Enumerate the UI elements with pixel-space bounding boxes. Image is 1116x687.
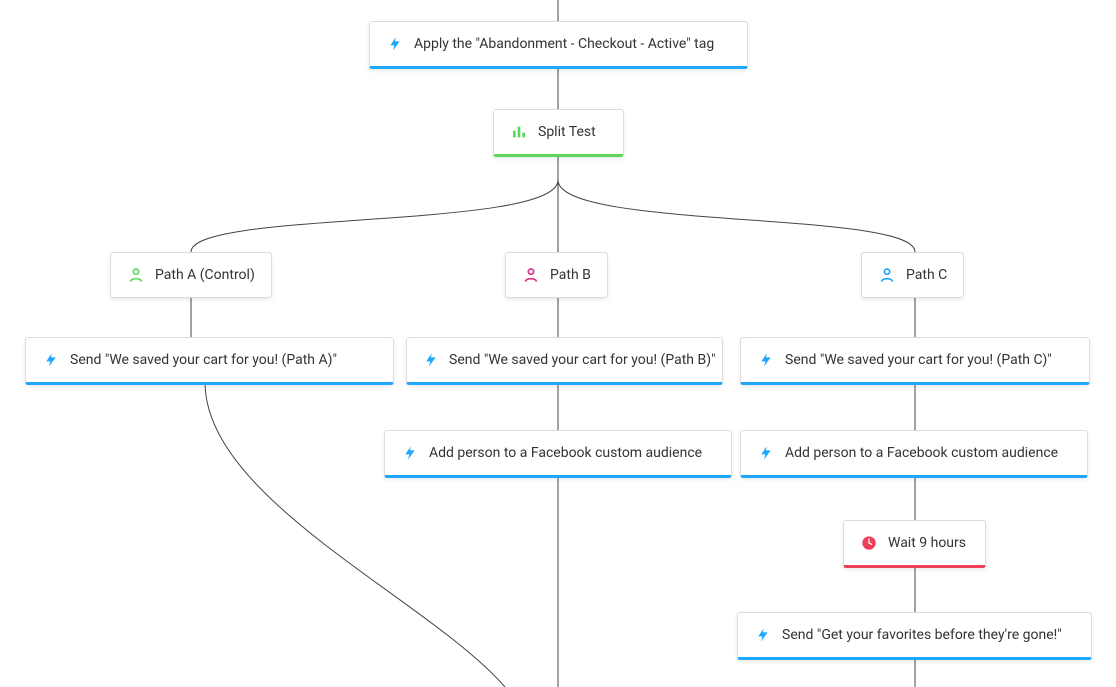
node-label: Send "We saved your cart for you! (Path … xyxy=(449,352,716,368)
node-label: Apply the "Abandonment - Checkout - Acti… xyxy=(414,36,714,52)
node-path-b[interactable]: Path B xyxy=(505,252,608,298)
node-label: Path C xyxy=(906,267,947,283)
node-label: Add person to a Facebook custom audience xyxy=(785,445,1058,461)
node-wait-c[interactable]: Wait 9 hours xyxy=(843,520,986,568)
person-icon xyxy=(522,266,540,284)
lightning-icon xyxy=(423,351,439,369)
node-send-c2[interactable]: Send "Get your favorites before they're … xyxy=(737,612,1092,660)
lightning-icon xyxy=(386,35,404,53)
node-send-a[interactable]: Send "We saved your cart for you! (Path … xyxy=(25,337,394,385)
node-split-test[interactable]: Split Test xyxy=(493,109,624,157)
node-path-c[interactable]: Path C xyxy=(861,252,964,298)
node-label: Send "We saved your cart for you! (Path … xyxy=(785,352,1052,368)
node-send-b[interactable]: Send "We saved your cart for you! (Path … xyxy=(406,337,723,385)
node-label: Split Test xyxy=(538,124,596,140)
node-label: Add person to a Facebook custom audience xyxy=(429,445,702,461)
node-path-a[interactable]: Path A (Control) xyxy=(110,252,272,298)
node-label: Wait 9 hours xyxy=(888,535,966,551)
node-apply-tag[interactable]: Apply the "Abandonment - Checkout - Acti… xyxy=(369,21,748,69)
clock-icon xyxy=(860,534,878,552)
node-label: Path B xyxy=(550,267,591,283)
lightning-icon xyxy=(757,444,775,462)
bar-chart-icon xyxy=(510,123,528,141)
person-icon xyxy=(878,266,896,284)
lightning-icon xyxy=(757,351,775,369)
lightning-icon xyxy=(754,626,772,644)
lightning-icon xyxy=(401,444,419,462)
node-label: Send "We saved your cart for you! (Path … xyxy=(70,352,337,368)
person-icon xyxy=(127,266,145,284)
node-label: Send "Get your favorites before they're … xyxy=(782,627,1062,643)
node-label: Path A (Control) xyxy=(155,267,255,283)
lightning-icon xyxy=(42,351,60,369)
node-send-c[interactable]: Send "We saved your cart for you! (Path … xyxy=(740,337,1090,385)
node-fb-b[interactable]: Add person to a Facebook custom audience xyxy=(384,430,732,478)
node-fb-c[interactable]: Add person to a Facebook custom audience xyxy=(740,430,1088,478)
